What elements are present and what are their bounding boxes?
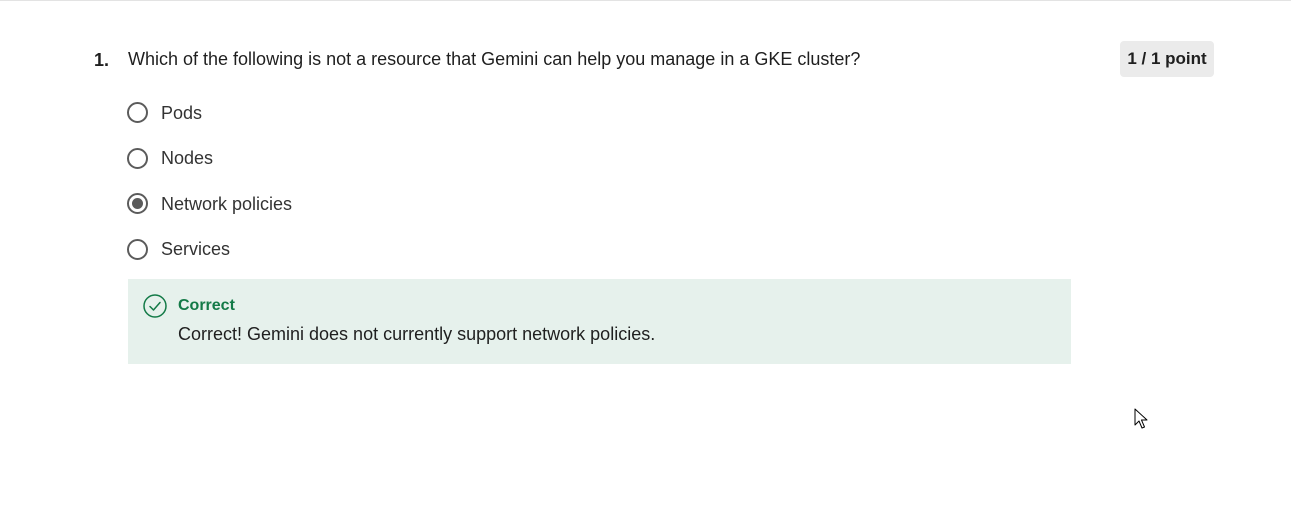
- option-nodes[interactable]: Nodes: [126, 136, 292, 182]
- points-badge: 1 / 1 point: [1120, 41, 1214, 77]
- radio-button[interactable]: [127, 238, 148, 260]
- radio-button-selected[interactable]: [127, 193, 148, 215]
- radio-button[interactable]: [127, 147, 148, 169]
- question-number: 1.: [94, 50, 110, 70]
- option-network-policies[interactable]: Network policies: [126, 181, 292, 227]
- feedback-text: Correct! Gemini does not currently suppo…: [178, 324, 656, 344]
- mouse-pointer-icon: [1134, 408, 1148, 429]
- check-circle-icon: [143, 294, 167, 318]
- feedback-title: Correct: [178, 297, 235, 314]
- quiz-question: 1. Which of the following is not a resou…: [0, 0, 1291, 506]
- option-label: Nodes: [161, 148, 214, 169]
- option-label: Network policies: [161, 193, 293, 214]
- option-label: Services: [161, 239, 231, 260]
- answer-options: Pods Nodes Network policies Services: [126, 90, 292, 272]
- option-services[interactable]: Services: [126, 227, 292, 273]
- option-label: Pods: [161, 102, 203, 123]
- feedback-panel: Correct Correct! Gemini does not current…: [128, 279, 1071, 364]
- radio-button[interactable]: [127, 102, 148, 124]
- option-pods[interactable]: Pods: [126, 90, 292, 136]
- question-text: Which of the following is not a resource…: [128, 49, 861, 69]
